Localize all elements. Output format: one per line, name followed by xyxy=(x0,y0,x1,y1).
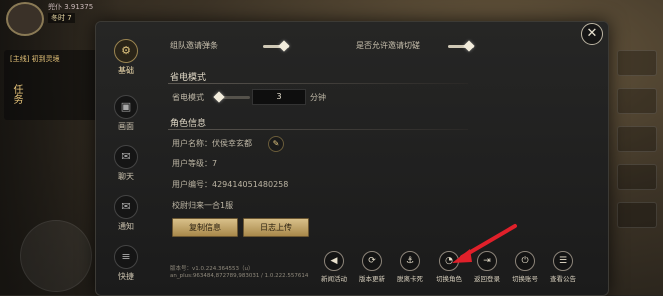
anchor-icon: ⚓ xyxy=(400,251,420,271)
user-name: 用户名称：伏侯幸玄都 xyxy=(172,139,252,148)
refresh-icon: ⟳ xyxy=(362,251,382,271)
edit-icon[interactable]: ✎ xyxy=(268,136,284,152)
action-label: 返回登录 xyxy=(474,275,500,283)
power-section-title: 省电模式 xyxy=(170,73,207,83)
task-tab[interactable]: 任务 xyxy=(4,84,24,104)
skill-slot[interactable] xyxy=(617,50,657,76)
version-line: 版本号：v1.0.224.364553（u） xyxy=(170,266,254,272)
shortcut-icon: ≡ xyxy=(114,245,138,269)
action-label: 切换账号 xyxy=(512,275,538,283)
copy-info-button[interactable]: 复制信息 xyxy=(172,218,238,237)
power-minutes-field[interactable]: 3 xyxy=(252,89,306,105)
switch-role-button[interactable]: ◔ 切换角色 xyxy=(429,251,469,283)
player-name: 兜仆 3.91375 xyxy=(48,3,94,11)
player-avatar[interactable] xyxy=(6,2,44,36)
gear-icon: ⚙ xyxy=(114,39,138,63)
update-button[interactable]: ⟳ 版本更新 xyxy=(352,251,392,283)
allow-switch-label: 是否允许邀请切磋 xyxy=(356,41,420,50)
switch-account-button[interactable]: ⏻ 切换账号 xyxy=(505,251,545,283)
sidebar-item-label: 快捷 xyxy=(118,272,134,281)
server-name: 校尉归来一合1服 xyxy=(172,201,234,210)
notice-icon: ☰ xyxy=(553,251,573,271)
action-label: 脱离卡死 xyxy=(397,275,423,283)
task-title[interactable]: [主线] 初到灵境 xyxy=(10,54,60,64)
sidebar-item-label: 通知 xyxy=(118,222,134,231)
sidebar-item-label: 基础 xyxy=(118,66,134,75)
mail-icon: ✉ xyxy=(114,195,138,219)
player-level: 冬时 7 xyxy=(48,13,75,23)
hud-right-slots xyxy=(617,50,657,240)
skill-slot[interactable] xyxy=(617,126,657,152)
action-label: 版本更新 xyxy=(359,275,385,283)
power-icon: ⏻ xyxy=(515,251,535,271)
skill-slot[interactable] xyxy=(617,164,657,190)
close-button[interactable]: ✕ xyxy=(581,23,603,45)
chat-icon: ✉ xyxy=(114,145,138,169)
unstuck-button[interactable]: ⚓ 脱离卡死 xyxy=(390,251,430,283)
display-icon: ▣ xyxy=(114,95,138,119)
power-unit: 分钟 xyxy=(310,93,326,102)
switch-role-icon: ◔ xyxy=(439,251,459,271)
section-divider xyxy=(168,129,468,130)
version-info: 版本号：v1.0.224.364553（u） an_plus:963484,87… xyxy=(170,266,308,280)
sidebar-item-basic[interactable]: ⚙ 基础 xyxy=(103,39,149,83)
sidebar-item-shortcut[interactable]: ≡ 快捷 xyxy=(103,245,149,289)
view-notice-button[interactable]: ☰ 查看公告 xyxy=(543,251,583,283)
action-label: 切换角色 xyxy=(436,275,462,283)
megaphone-icon: ◀ xyxy=(324,251,344,271)
log-upload-button[interactable]: 日志上传 xyxy=(243,218,309,237)
logout-icon: ⇥ xyxy=(477,251,497,271)
action-label: 查看公告 xyxy=(550,275,576,283)
user-id: 用户编号：429414051480258 xyxy=(172,180,289,189)
sidebar-item-label: 聊天 xyxy=(118,172,134,181)
sidebar-item-chat[interactable]: ✉ 聊天 xyxy=(103,145,149,189)
news-button[interactable]: ◀ 新闻活动 xyxy=(314,251,354,283)
sidebar-item-label: 画面 xyxy=(118,122,134,131)
back-to-login-button[interactable]: ⇥ 返回登录 xyxy=(467,251,507,283)
action-label: 新闻活动 xyxy=(321,275,347,283)
role-section-title: 角色信息 xyxy=(170,119,207,129)
skill-slot[interactable] xyxy=(617,202,657,228)
skill-slot[interactable] xyxy=(617,88,657,114)
sidebar-item-display[interactable]: ▣ 画面 xyxy=(103,95,149,139)
user-level: 用户等级：7 xyxy=(172,159,218,168)
joystick[interactable] xyxy=(20,220,92,292)
sidebar-item-notice[interactable]: ✉ 通知 xyxy=(103,195,149,239)
power-mode-label: 省电模式 xyxy=(172,93,204,102)
team-invite-label: 组队邀请弹条 xyxy=(170,41,218,50)
section-divider xyxy=(168,83,468,84)
version-line: an_plus:963484,872789,983031 / 1.0.222.5… xyxy=(170,273,309,279)
